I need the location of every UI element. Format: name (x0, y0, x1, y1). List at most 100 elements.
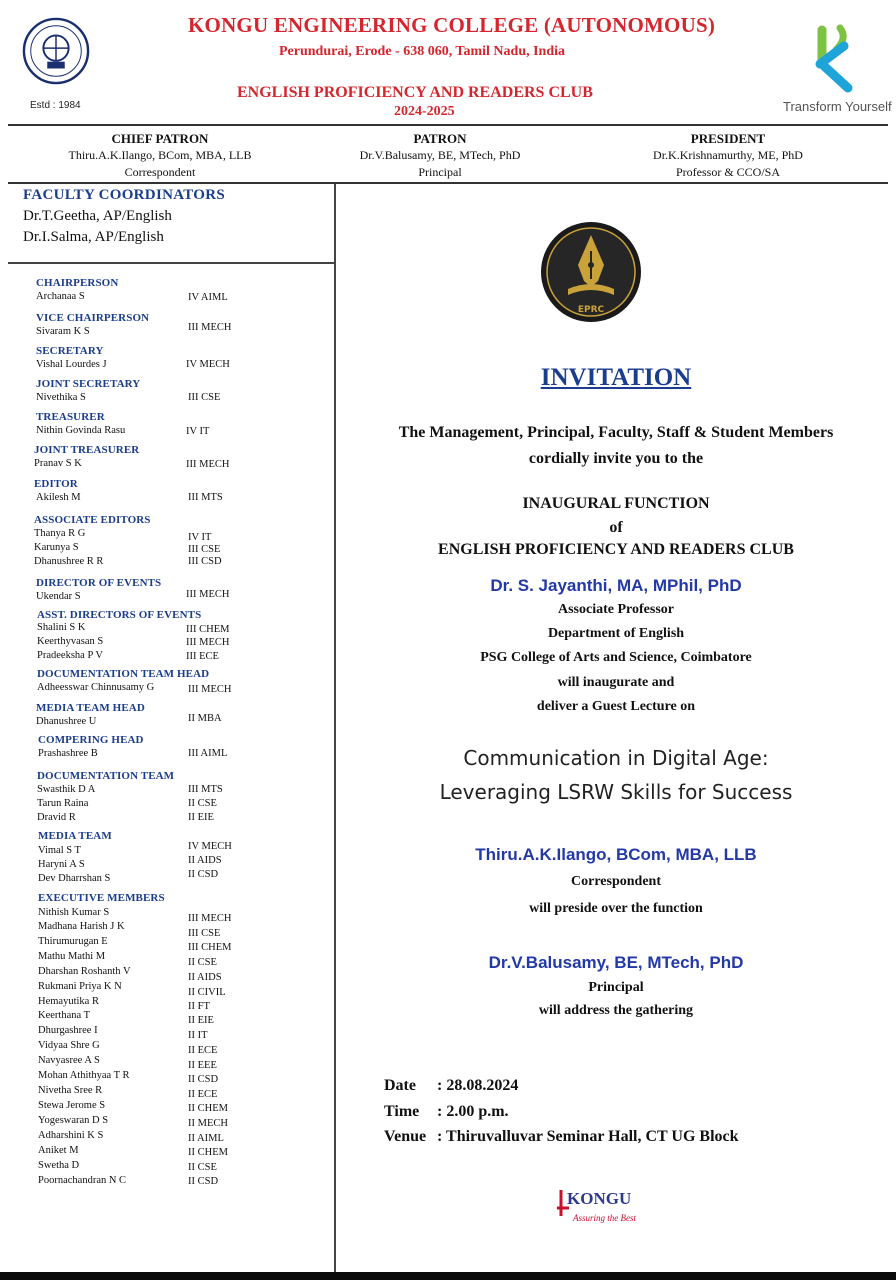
kongu-logo-text: KONGU (567, 1189, 631, 1208)
member-dept: III MECH (186, 637, 230, 648)
member-name: Nithin Govinda Rasu (36, 425, 126, 436)
header-divider (8, 124, 888, 126)
eprc-emblem: EPRC (540, 221, 642, 323)
member-dept: III MECH (186, 589, 230, 600)
member-name: Dhurgashree I (38, 1025, 98, 1036)
office-bearer-role: EDITOR (34, 478, 78, 490)
member-name: Haryni A S (38, 859, 85, 870)
patron-title: PRESIDENT (690, 131, 766, 146)
date-label: Date (384, 1077, 416, 1094)
patron-role: Correspondent (124, 165, 196, 179)
member-name: Navyasree A S (38, 1055, 100, 1066)
preside-name: Thiru.A.K.Ilango, BCom, MBA, LLB (475, 845, 757, 864)
member-name: Keerthyvasan S (37, 636, 104, 647)
member-name: Dev Dharrshan S (38, 873, 111, 884)
member-dept: II EIE (188, 812, 214, 823)
office-bearer-role: JOINT SECRETARY (36, 378, 141, 390)
member-dept: II ECE (188, 1045, 218, 1056)
member-name: Swetha D (38, 1160, 80, 1171)
club-name: ENGLISH PROFICIENCY AND READERS CLUB (237, 84, 593, 101)
kongu-logo: KONGU Assuring the Best (555, 1186, 655, 1226)
member-dept: II MECH (188, 1118, 228, 1129)
venue-value: : Thiruvalluvar Seminar Hall, CT UG Bloc… (437, 1128, 739, 1145)
member-dept: II MBA (188, 713, 222, 724)
office-bearer-role: COMPERING HEAD (38, 734, 144, 746)
member-name: Vimal S T (38, 845, 81, 856)
club-year: 2024-2025 (394, 104, 455, 119)
faculty-member: Dr.I.Salma, AP/English (23, 229, 164, 245)
member-dept: III MTS (188, 492, 223, 503)
office-bearer-role: ASST. DIRECTORS OF EVENTS (37, 609, 202, 621)
address-name: Dr.V.Balusamy, BE, MTech, PhD (488, 953, 744, 972)
member-name: Madhana Harish J K (38, 921, 125, 932)
emblem-label: EPRC (578, 305, 605, 315)
invitation-title: INVITATION (540, 364, 692, 391)
guest-designation: Associate Professor (558, 602, 674, 617)
preside-designation: Correspondent (571, 874, 661, 889)
date-value: : 28.08.2024 (437, 1077, 519, 1094)
office-bearer-role: MEDIA TEAM (38, 830, 112, 842)
college-address: Perundurai, Erode - 638 060, Tamil Nadu,… (279, 44, 566, 59)
member-dept: II CSE (188, 798, 217, 809)
member-name: Keerthana T (38, 1010, 90, 1021)
chief-patron-block: CHIEF PATRON Thiru.A.K.Ilango, BCom, MBA… (30, 130, 290, 181)
member-dept: II CHEM (188, 1147, 228, 1158)
member-dept: II ECE (188, 1089, 218, 1100)
patron-role: Professor & CCO/SA (675, 165, 780, 179)
patron-name: Dr.K.Krishnamurthy, ME, PhD (653, 148, 803, 162)
invitation-intro-2: cordially invite you to the (528, 450, 704, 467)
member-name: Hemayutika R (38, 996, 99, 1007)
member-dept: II CSE (188, 1162, 217, 1173)
member-name: Stewa Jerome S (38, 1100, 106, 1111)
member-dept: III CHEM (186, 624, 230, 635)
topic-line-1: Communication in Digital Age: (463, 746, 769, 770)
member-name: Adheesswar Chinnusamy G (37, 682, 155, 693)
kongu-slogan: Assuring the Best (572, 1213, 636, 1223)
office-bearer-role: SECRETARY (36, 345, 104, 357)
address-designation: Principal (588, 980, 644, 995)
member-name: Thanya R G (34, 528, 86, 539)
member-name: Yogeswaran D S (38, 1115, 109, 1126)
member-dept: II CSD (188, 1176, 219, 1187)
member-name: Vishal Lourdes J (36, 359, 107, 370)
member-dept: II EIE (188, 1015, 214, 1026)
member-name: Swasthik D A (37, 784, 96, 795)
patron-divider (8, 182, 888, 184)
member-dept: II FT (188, 1001, 210, 1012)
event-line-1: INAUGURAL FUNCTION (522, 495, 710, 512)
kongu-logo-icon: KONGU Assuring the Best (557, 1189, 636, 1223)
pen-nib-emblem-icon: EPRC (541, 222, 641, 322)
member-name: Prashashree B (38, 748, 98, 759)
member-dept: III MECH (188, 913, 232, 924)
member-name: Ukendar S (36, 591, 81, 602)
office-bearer-role: MEDIA TEAM HEAD (36, 702, 145, 714)
college-emblem-logo (22, 16, 90, 96)
member-dept: III AIML (188, 748, 228, 759)
member-dept: II IT (188, 1030, 208, 1041)
member-dept: IV IT (188, 532, 212, 543)
venue-label: Venue (384, 1128, 427, 1145)
invitation-intro-1: The Management, Principal, Faculty, Staf… (398, 424, 834, 441)
member-name: Mathu Mathi M (38, 951, 106, 962)
member-dept: III MECH (186, 459, 230, 470)
member-dept: III CSD (188, 556, 222, 567)
president-block: PRESIDENT Dr.K.Krishnamurthy, ME, PhD Pr… (608, 130, 848, 181)
member-dept: II CSE (188, 957, 217, 968)
member-dept: II CSD (188, 869, 219, 880)
guest-name: Dr. S. Jayanthi, MA, MPhil, PhD (490, 576, 742, 595)
member-dept: II CIVIL (188, 987, 226, 998)
member-dept: IV MECH (188, 841, 232, 852)
faculty-divider (8, 262, 335, 264)
college-emblem-icon (22, 17, 90, 85)
member-dept: IV AIML (188, 292, 228, 303)
member-dept: II AIML (188, 1133, 224, 1144)
office-bearer-role: JOINT TREASURER (34, 444, 140, 456)
office-bearer-role: ASSOCIATE EDITORS (34, 514, 151, 526)
member-name: Thirumurugan E (38, 936, 108, 947)
member-dept: III CHEM (188, 942, 232, 953)
office-bearer-role: DOCUMENTATION TEAM HEAD (37, 668, 210, 680)
member-name: Pradeeksha P V (37, 650, 103, 661)
patron-title: CHIEF PATRON (111, 131, 209, 146)
member-dept: III ECE (186, 651, 219, 662)
member-name: Aniket M (38, 1145, 79, 1156)
